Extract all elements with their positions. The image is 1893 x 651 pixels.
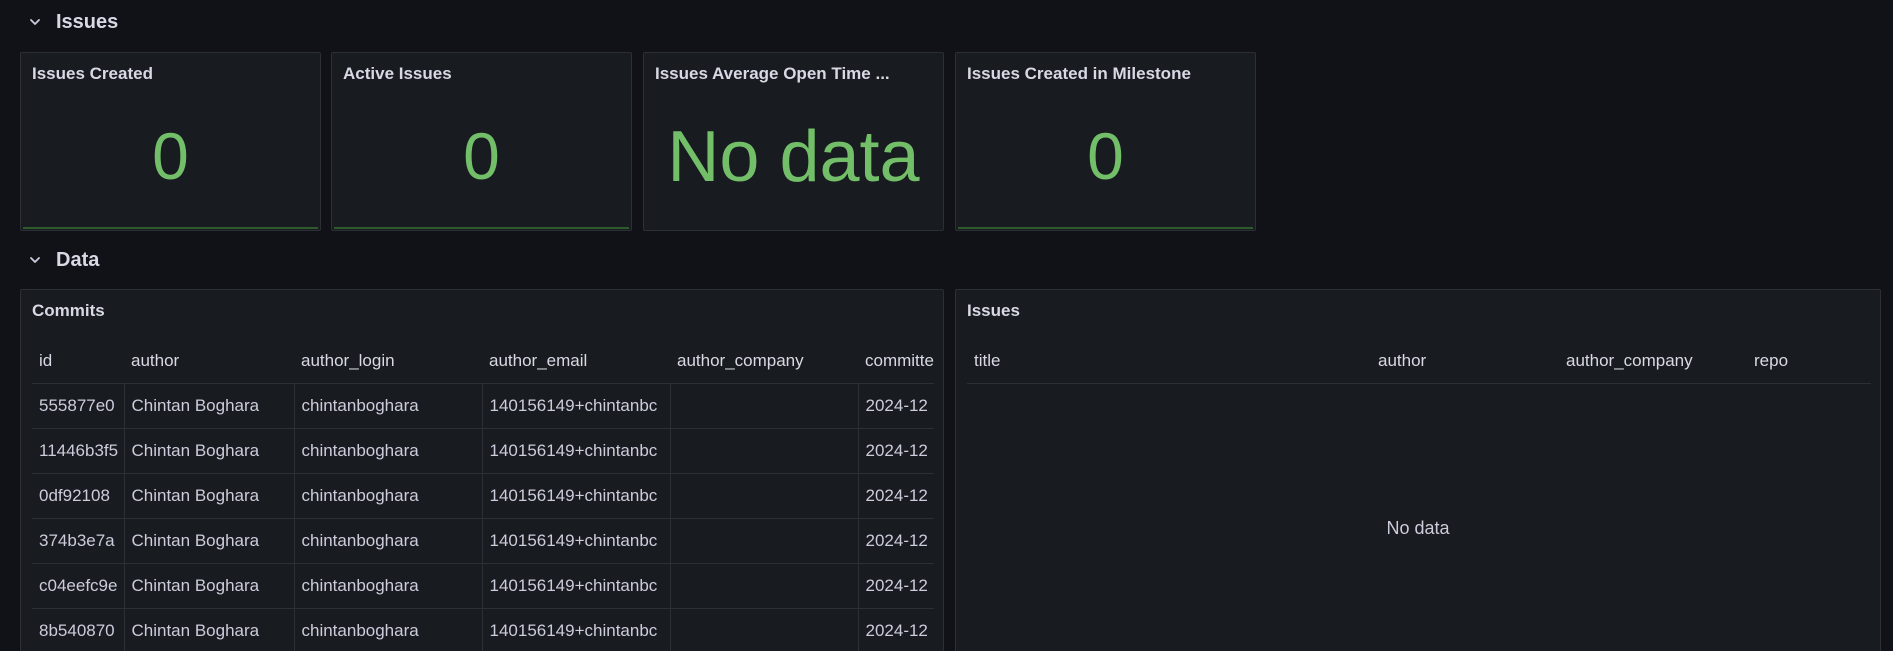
table-cell: Chintan Boghara (124, 518, 295, 564)
stat-value: 0 (152, 119, 189, 193)
panel-title: Issues Created in Milestone (967, 64, 1191, 83)
table-cell: 2024-12 (858, 473, 934, 519)
panel-title: Issues (967, 301, 1020, 320)
table-cell: 555877e0 (32, 383, 125, 429)
table-cell: Chintan Boghara (124, 563, 295, 609)
table-cell: 8b540870 (32, 608, 125, 651)
issues-table-panel: Issues title author author_company repo … (955, 289, 1881, 651)
column-header[interactable]: author_company (1559, 339, 1747, 384)
table-cell: 2024-12 (858, 383, 934, 429)
row-header-data[interactable]: Data (28, 245, 99, 275)
table-header-row: id author author_login author_email auth… (32, 339, 934, 384)
table-cell: 140156149+chintanbc (482, 428, 671, 474)
table-cell: 11446b3f5 (32, 428, 125, 474)
column-header[interactable]: title (967, 339, 1371, 384)
table-cell (670, 518, 859, 564)
commits-panel: Commits id author author_login author_em… (20, 289, 944, 651)
table-row[interactable]: 11446b3f5 Chintan Boghara chintanboghara… (32, 428, 934, 474)
column-header[interactable]: author (1371, 339, 1559, 384)
table-row[interactable]: 374b3e7a Chintan Boghara chintanboghara … (32, 518, 934, 564)
table-cell: 140156149+chintanbc (482, 563, 671, 609)
column-header[interactable]: author_email (482, 339, 670, 384)
table-cell: c04eefc9e (32, 563, 125, 609)
table-cell: chintanboghara (294, 563, 483, 609)
commits-table: id author author_login author_email auth… (32, 339, 934, 651)
table-header-row: title author author_company repo (967, 339, 1871, 384)
table-cell (670, 383, 859, 429)
column-header[interactable]: author (124, 339, 294, 384)
table-cell: 2024-12 (858, 608, 934, 651)
issues-table: title author author_company repo (967, 339, 1871, 384)
table-row[interactable]: 8b540870 Chintan Boghara chintanboghara … (32, 608, 934, 651)
table-cell: chintanboghara (294, 608, 483, 651)
stat-value: No data (667, 117, 920, 197)
dashboard: Issues Issues Created 0 Active Issues 0 … (0, 0, 1893, 651)
table-cell: Chintan Boghara (124, 383, 295, 429)
table-cell: Chintan Boghara (124, 608, 295, 651)
panel-title: Active Issues (343, 64, 452, 83)
issues-table-wrap[interactable]: title author author_company repo (967, 339, 1871, 384)
no-data-message: No data (1386, 518, 1450, 538)
table-cell: 140156149+chintanbc (482, 518, 671, 564)
table-cell: 140156149+chintanbc (482, 473, 671, 519)
stat-value: 0 (1087, 119, 1124, 193)
column-header[interactable]: author_company (670, 339, 858, 384)
panel-title: Issues Average Open Time ... (655, 64, 890, 83)
commits-table-wrap[interactable]: id author author_login author_email auth… (32, 339, 934, 651)
sparkline (23, 227, 318, 229)
table-cell: 0df92108 (32, 473, 125, 519)
table-cell: 140156149+chintanbc (482, 608, 671, 651)
table-cell (670, 608, 859, 651)
table-cell: 2024-12 (858, 518, 934, 564)
stat-panel-issues-average-open-time[interactable]: Issues Average Open Time ... No data (643, 52, 944, 231)
table-cell: 2024-12 (858, 428, 934, 474)
sparkline (958, 227, 1253, 229)
table-cell (670, 428, 859, 474)
table-cell: chintanboghara (294, 518, 483, 564)
column-header[interactable]: repo (1747, 339, 1871, 384)
column-header[interactable]: id (32, 339, 124, 384)
row-title: Data (56, 248, 100, 271)
table-cell: chintanboghara (294, 428, 483, 474)
table-cell: chintanboghara (294, 383, 483, 429)
column-header[interactable]: author_login (294, 339, 482, 384)
panel-title: Issues Created (32, 64, 153, 83)
sparkline (334, 227, 629, 229)
stat-value: 0 (463, 119, 500, 193)
chevron-down-icon (30, 257, 40, 263)
table-cell: 374b3e7a (32, 518, 125, 564)
table-cell (670, 563, 859, 609)
panel-title: Commits (32, 301, 105, 320)
table-row[interactable]: c04eefc9e Chintan Boghara chintanboghara… (32, 563, 934, 609)
table-row[interactable]: 0df92108 Chintan Boghara chintanboghara … (32, 473, 934, 519)
table-cell: Chintan Boghara (124, 473, 295, 519)
stat-panel-active-issues[interactable]: Active Issues 0 (331, 52, 632, 231)
table-cell: Chintan Boghara (124, 428, 295, 474)
row-header-issues[interactable]: Issues (28, 7, 118, 37)
table-cell: chintanboghara (294, 473, 483, 519)
table-cell: 140156149+chintanbc (482, 383, 671, 429)
table-cell: 2024-12 (858, 563, 934, 609)
table-row[interactable]: 555877e0 Chintan Boghara chintanboghara … (32, 383, 934, 429)
stat-panel-issues-created-in-milestone[interactable]: Issues Created in Milestone 0 (955, 52, 1256, 231)
chevron-down-icon (30, 19, 40, 25)
stat-panel-issues-created[interactable]: Issues Created 0 (20, 52, 321, 231)
row-title: Issues (56, 10, 119, 33)
column-header[interactable]: committe (858, 339, 934, 384)
table-cell (670, 473, 859, 519)
